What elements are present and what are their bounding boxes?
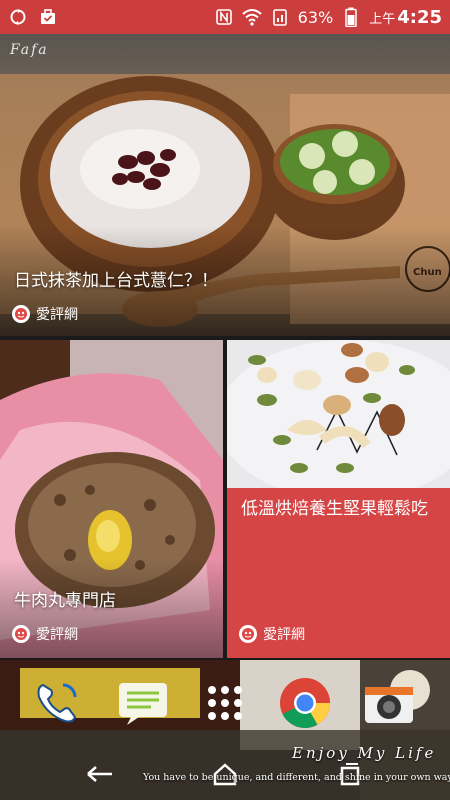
ipeen-logo-icon xyxy=(239,625,257,643)
phone-icon[interactable] xyxy=(28,674,86,732)
card-source: 愛評網 xyxy=(12,624,78,644)
ampm-label: 上午 xyxy=(369,11,396,27)
wallpaper-watermark-subtitle: You have to be unique, and different, an… xyxy=(143,772,450,783)
wifi-icon xyxy=(241,7,262,27)
source-label: 愛評網 xyxy=(36,307,78,323)
card-source: 愛評網 xyxy=(239,624,305,644)
chrome-icon[interactable] xyxy=(276,674,334,732)
source-label: 愛評網 xyxy=(263,627,305,643)
ipeen-logo-icon xyxy=(12,305,30,323)
card-source: 愛評網 xyxy=(12,304,78,324)
news-card-meatball[interactable]: 牛肉丸專門店 愛評網 xyxy=(0,340,223,658)
battery-icon xyxy=(341,7,361,27)
battery-percent: 63% xyxy=(297,7,334,27)
back-icon[interactable] xyxy=(78,758,122,790)
card-title: 牛肉丸專門店 xyxy=(14,591,116,611)
ipeen-logo-icon xyxy=(12,625,30,643)
card-title: 低溫烘焙養生堅果輕鬆吃 xyxy=(241,499,428,519)
source-label: 愛評網 xyxy=(36,627,78,643)
news-card-dessert[interactable]: Chun Fafa 日式抹茶加上台式薏仁？！ 愛評網 xyxy=(0,34,450,336)
card-title: 日式抹茶加上台式薏仁？！ xyxy=(14,271,218,291)
nuts-photo xyxy=(227,340,450,488)
sync-icon xyxy=(8,7,28,27)
signal-icon xyxy=(270,7,290,27)
app-drawer-icon[interactable] xyxy=(196,674,254,732)
wallpaper-watermark-title: Enjoy My Life xyxy=(292,744,437,762)
photo-watermark: Fafa xyxy=(10,42,49,58)
news-card-nuts[interactable]: 低溫烘焙養生堅果輕鬆吃 愛評網 xyxy=(227,340,450,658)
messages-icon[interactable] xyxy=(114,674,172,732)
status-bar: 63% 上午 4:25 xyxy=(0,0,450,34)
briefcase-icon xyxy=(38,7,58,27)
nfc-icon xyxy=(214,7,234,27)
camera-icon[interactable] xyxy=(360,674,418,732)
clock: 4:25 xyxy=(397,6,442,28)
